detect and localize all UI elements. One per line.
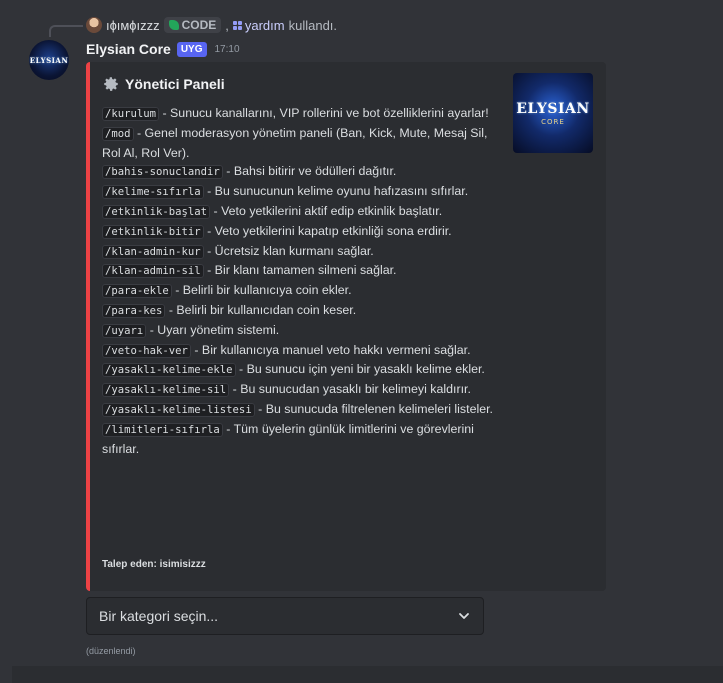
slash-command-icon [232,20,242,30]
reply-separator: , [225,17,229,33]
command-description: - Sunucu kanallarını, VIP rollerini ve b… [159,106,489,120]
admin-panel-embed: Yönetici Paneli ELYSIAN CORE /kurulum - … [86,62,606,591]
command-code: /klan-admin-kur [102,244,204,259]
command-item: /yasaklı-kelime-sil - Bu sunucudan yasak… [102,380,504,400]
chevron-down-icon [459,613,469,619]
command-code: /veto-hak-ver [102,343,191,358]
command-code: /yasaklı-kelime-listesi [102,402,255,417]
command-description: - Bir klanı tamamen silmeni sağlar. [203,263,397,278]
bot-username[interactable]: Elysian Core [86,41,171,57]
command-code: /para-kes [102,303,166,318]
command-description: - Belirli bir kullanıcıdan coin keser. [165,302,357,317]
command-description: - Bahsi bitirir ve ödülleri dağıtır. [222,164,397,179]
thumbnail-logo: ELYSIAN [516,100,590,117]
command-description: - Belirli bir kullanıcıya coin ekler. [171,283,352,298]
edited-label: (düzenlendi) [86,646,136,656]
reply-username[interactable]: ıɸıмɸızzz [106,18,160,33]
bot-avatar[interactable]: ELYSIAN [29,40,69,80]
category-select[interactable]: Bir kategori seçin... [86,597,484,635]
command-description: - Bu sunucuda filtrelenen kelimeleri lis… [254,401,493,416]
command-code: /mod [102,126,134,141]
command-item: /bahis-sonuclandir - Bahsi bitirir ve öd… [102,162,504,182]
command-code: /klan-admin-sil [102,264,204,279]
command-list: /kurulum - Sunucu kanallarını, VIP rolle… [102,104,504,458]
command-code: /etkinlik-başlat [102,204,211,219]
reply-action: kullandı. [288,17,338,33]
command-item: /etkinlik-bitir - Veto yetkilerini kapat… [102,222,504,242]
thumbnail-subtitle: CORE [541,117,565,126]
command-item: /etkinlik-başlat - Veto yetkilerini akti… [102,202,504,222]
command-description: - Bu sunucu için yeni bir yasaklı kelime… [235,362,485,377]
command-description: - Veto yetkilerini aktif edip etkinlik b… [210,203,443,218]
reply-connector [49,25,83,37]
gear-icon [104,77,118,91]
command-description: - Bir kullanıcıya manuel veto hakkı verm… [190,342,471,357]
command-item: /klan-admin-sil - Bir klanı tamamen silm… [102,261,504,281]
embed-thumbnail[interactable]: ELYSIAN CORE [513,73,593,153]
command-item: /klan-admin-kur - Ücretsiz klan kurmanı … [102,242,504,262]
command-item: /para-kes - Belirli bir kullanıcıdan coi… [102,301,504,321]
reply-avatar[interactable] [86,17,102,33]
avatar-logo: ELYSIAN [29,55,69,65]
command-mention-label: yardım [244,17,285,33]
command-item: /kelime-sıfırla - Bu sunucunun kelime oy… [102,182,504,202]
category-select-placeholder: Bir kategori seçin... [99,608,219,624]
command-item: /limitleri-sıfırla - Tüm üyelerin günlük… [102,420,504,459]
command-description: - Veto yetkilerini kapatıp etkinliği son… [203,223,452,238]
command-code: /para-ekle [102,284,172,299]
command-code: /yasaklı-kelime-sil [102,383,230,398]
message-input-area[interactable] [12,666,723,683]
command-code: /bahis-sonuclandir [102,165,223,180]
command-code: /kelime-sıfırla [102,185,204,200]
message-header: Elysian Core UYG 17:10 [86,41,240,57]
embed-title: Yönetici Paneli [102,75,225,93]
command-description: - Bu sunucudan yasaklı bir kelimeyi kald… [229,382,471,397]
command-item: /uyarı - Uyarı yönetim sistemi. [102,321,504,341]
command-chip[interactable]: CODE [163,17,222,33]
embed-title-text: Yönetici Paneli [125,76,225,92]
command-item: /kurulum - Sunucu kanallarını, VIP rolle… [102,104,504,124]
command-description: - Uyarı yönetim sistemi. [146,322,280,337]
command-mention[interactable]: yardım [232,17,285,33]
command-item: /veto-hak-ver - Bir kullanıcıya manuel v… [102,341,504,361]
command-description: - Genel moderasyon yönetim paneli (Ban, … [102,125,488,160]
command-code: /etkinlik-bitir [102,224,204,239]
command-item: /yasaklı-kelime-ekle - Bu sunucu için ye… [102,360,504,380]
command-item: /mod - Genel moderasyon yönetim paneli (… [102,124,504,163]
command-code: /limitleri-sıfırla [102,422,223,437]
leaf-icon [168,20,179,30]
reply-context[interactable]: ıɸıмɸızzz CODE , yardım kullandı. [86,16,337,34]
command-item: /para-ekle - Belirli bir kullanıcıya coi… [102,281,504,301]
message-timestamp[interactable]: 17:10 [215,44,240,55]
command-description: - Bu sunucunun kelime oyunu hafızasını s… [203,184,469,199]
command-description: - Ücretsiz klan kurmanı sağlar. [203,243,374,258]
command-code: /kurulum [102,107,160,121]
command-code: /yasaklı-kelime-ekle [102,363,236,378]
embed-footer: Talep eden: isimisizzz [102,559,206,570]
command-code: /uyarı [102,323,147,338]
command-chip-label: CODE [181,18,217,32]
app-tag: UYG [176,41,207,57]
command-item: /yasaklı-kelime-listesi - Bu sunucuda fi… [102,400,504,420]
